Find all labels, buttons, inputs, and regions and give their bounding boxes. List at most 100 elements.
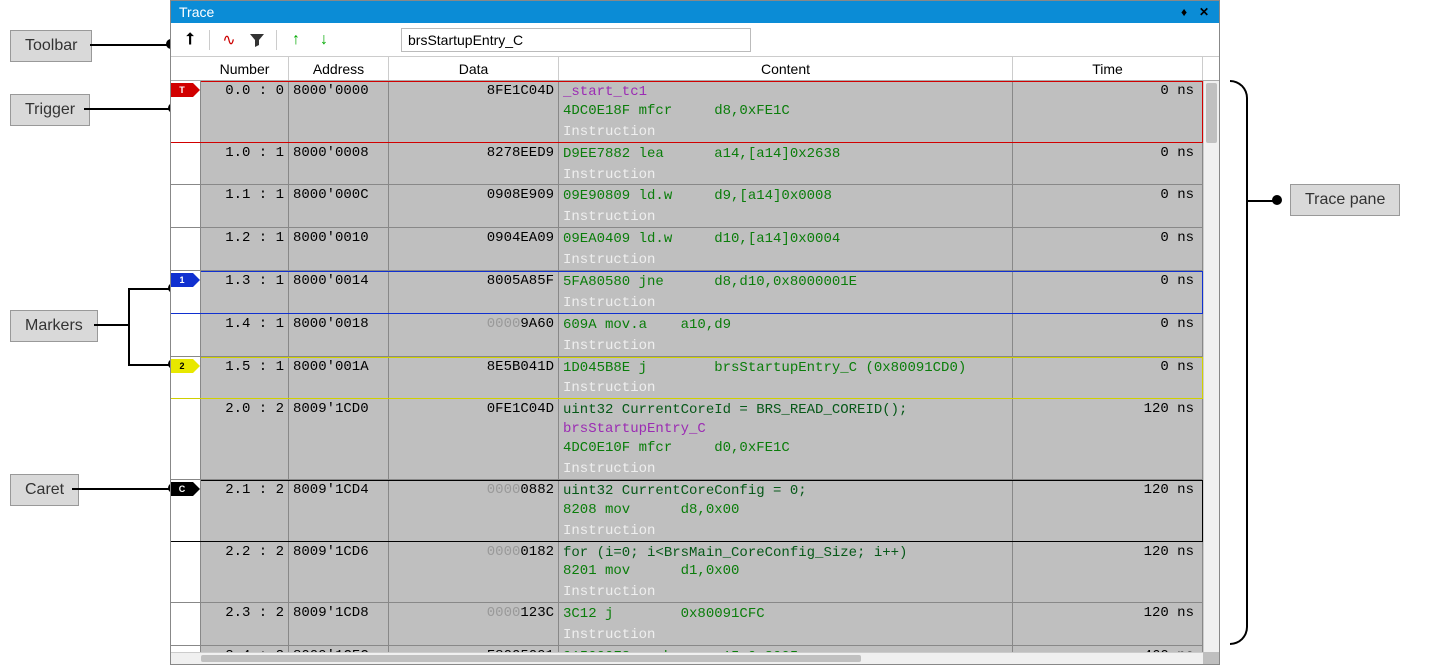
cell-number: 1.1 : 1 (201, 185, 289, 227)
marker-2[interactable]: 2 (171, 359, 193, 373)
cell-content: 5FA80580 jne d8,d10,0x8000001EInstructio… (559, 271, 1013, 313)
cell-time: 0 ns (1013, 357, 1203, 399)
arrow-down-icon[interactable]: ↓ (313, 29, 335, 51)
gutter: 2 (171, 357, 201, 399)
cell-content: for (i=0; i<BrsMain_CoreConfig_Size; i++… (559, 542, 1013, 603)
wave-icon[interactable]: ∿ (218, 29, 240, 51)
cell-address: 8009'1CD0 (289, 399, 389, 479)
cell-address: 8000'000C (289, 185, 389, 227)
cell-time: 120 ns (1013, 542, 1203, 603)
cell-data: 00000182 (389, 542, 559, 603)
gutter (171, 399, 201, 479)
cell-content: 1D045B8E j brsStartupEntry_C (0x80091CD0… (559, 357, 1013, 399)
cell-content: 09E90809 ld.w d9,[a14]0x0008Instruction (559, 185, 1013, 227)
callout-trace-pane: Trace pane (1290, 184, 1400, 216)
col-content[interactable]: Content (559, 57, 1013, 80)
cell-time: 0 ns (1013, 185, 1203, 227)
col-address[interactable]: Address (289, 57, 389, 80)
marker-C[interactable]: C (171, 482, 193, 496)
table-row[interactable]: 1.0 : 18000'00088278EED9D9EE7882 lea a14… (171, 143, 1203, 186)
upload-icon[interactable]: ⭡ (179, 29, 201, 51)
connector-dot (1272, 195, 1282, 205)
cell-data: 8FE1C04D (389, 81, 559, 142)
cell-content: 09EA0409 ld.w d10,[a14]0x0004Instruction (559, 228, 1013, 270)
table-row[interactable]: 2 1.5 : 18000'001A8E5B041D1D045B8E j brsS… (171, 357, 1203, 400)
cell-data: 8E5B041D (389, 357, 559, 399)
cell-time: 120 ns (1013, 399, 1203, 479)
cell-address: 8000'0000 (289, 81, 389, 142)
cell-content: 3C12 j 0x80091CFCInstruction (559, 603, 1013, 645)
cell-address: 8000'0014 (289, 271, 389, 313)
cell-number: 2.2 : 2 (201, 542, 289, 603)
table-row[interactable]: 2.3 : 28009'1CD80000123C3C12 j 0x80091CF… (171, 603, 1203, 646)
col-time[interactable]: Time (1013, 57, 1203, 80)
connector (84, 108, 170, 110)
cell-data: 0FE1C04D (389, 399, 559, 479)
cell-number: 1.4 : 1 (201, 314, 289, 356)
cell-time: 0 ns (1013, 81, 1203, 142)
cell-time: 0 ns (1013, 143, 1203, 185)
expand-icon[interactable]: ♦ (1177, 5, 1191, 19)
gutter: T (171, 81, 201, 142)
cell-content: uint32 CurrentCoreId = BRS_READ_COREID()… (559, 399, 1013, 479)
col-number[interactable]: Number (201, 57, 289, 80)
search-input[interactable] (401, 28, 751, 52)
cell-data: 8278EED9 (389, 143, 559, 185)
cell-address: 8000'0018 (289, 314, 389, 356)
trace-window: Trace ♦ ✕ ⭡ ∿ ↑ ↓ Number Address Data Co… (170, 0, 1220, 665)
callout-trigger: Trigger (10, 94, 90, 126)
separator (276, 30, 277, 50)
cell-content: _start_tc14DC0E18F mfcr d8,0xFE1CInstruc… (559, 81, 1013, 142)
close-icon[interactable]: ✕ (1197, 5, 1211, 19)
cell-address: 8000'0010 (289, 228, 389, 270)
cell-content: D9EE7882 lea a14,[a14]0x2638Instruction (559, 143, 1013, 185)
marker-T[interactable]: T (171, 83, 193, 97)
gutter: C (171, 480, 201, 541)
horizontal-scrollbar[interactable] (171, 652, 1203, 664)
cell-address: 8009'1CD4 (289, 480, 389, 541)
cell-time: 120 ns (1013, 603, 1203, 645)
connector (128, 288, 130, 366)
table-row[interactable]: 1.1 : 18000'000C0908E90909E90809 ld.w d9… (171, 185, 1203, 228)
cell-data: 00000882 (389, 480, 559, 541)
arrow-up-icon[interactable]: ↑ (285, 29, 307, 51)
cell-number: 1.0 : 1 (201, 143, 289, 185)
filter-icon[interactable] (246, 29, 268, 51)
gutter (171, 185, 201, 227)
cell-number: 2.1 : 2 (201, 480, 289, 541)
brace (1230, 80, 1248, 645)
marker-1[interactable]: 1 (171, 273, 193, 287)
table-row[interactable]: T 0.0 : 08000'00008FE1C04D_start_tc14DC0E… (171, 81, 1203, 143)
connector (90, 44, 168, 46)
cell-content: uint32 CurrentCoreConfig = 0;8208 mov d8… (559, 480, 1013, 541)
cell-number: 2.0 : 2 (201, 399, 289, 479)
cell-data: 0000123C (389, 603, 559, 645)
title-bar[interactable]: Trace ♦ ✕ (171, 1, 1219, 23)
gutter (171, 228, 201, 270)
separator (209, 30, 210, 50)
table-row[interactable]: 11.3 : 18000'00148005A85F5FA80580 jne d8… (171, 271, 1203, 314)
cell-number: 1.5 : 1 (201, 357, 289, 399)
cell-address: 8000'001A (289, 357, 389, 399)
table-row[interactable]: 1.4 : 18000'001800009A60609A mov.a a10,d… (171, 314, 1203, 357)
cell-number: 1.2 : 1 (201, 228, 289, 270)
column-headers: Number Address Data Content Time (171, 57, 1219, 81)
table-row[interactable]: 1.2 : 18000'00100904EA0909EA0409 ld.w d1… (171, 228, 1203, 271)
cell-address: 8009'1CD6 (289, 542, 389, 603)
table-row[interactable]: 2.2 : 28009'1CD600000182for (i=0; i<BrsM… (171, 542, 1203, 604)
callout-toolbar: Toolbar (10, 30, 92, 62)
cell-data: 00009A60 (389, 314, 559, 356)
col-data[interactable]: Data (389, 57, 559, 80)
col-gutter (171, 57, 201, 80)
vertical-scrollbar[interactable] (1203, 81, 1219, 652)
window-title: Trace (179, 4, 214, 20)
cell-data: 0908E909 (389, 185, 559, 227)
col-scroll-spacer (1203, 57, 1219, 80)
table-row[interactable]: C 2.1 : 28009'1CD400000882uint32 CurrentC… (171, 480, 1203, 542)
table-row[interactable]: 2.0 : 28009'1CD00FE1C04Duint32 CurrentCo… (171, 399, 1203, 480)
cell-address: 8009'1CD8 (289, 603, 389, 645)
gutter (171, 603, 201, 645)
gutter (171, 542, 201, 603)
gutter (171, 314, 201, 356)
cell-number: 0.0 : 0 (201, 81, 289, 142)
